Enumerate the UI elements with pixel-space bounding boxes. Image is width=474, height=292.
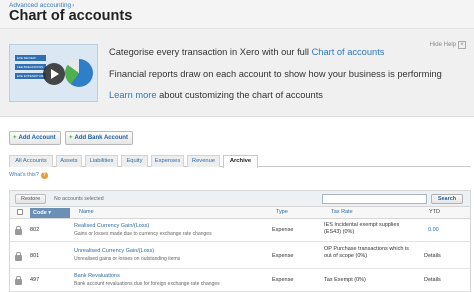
learn-more-link[interactable]: Learn more — [109, 90, 157, 100]
help-banner: EXE REVIEW FEE BREAKDOWN EXE EXPENDITURE… — [0, 29, 474, 117]
help-icon: ? — [40, 172, 48, 179]
banner-line-1-text: Categorise every transaction in Xero wit… — [109, 47, 312, 57]
account-code: 801 — [30, 253, 40, 259]
account-ytd-details[interactable]: Details — [424, 253, 441, 259]
table-row[interactable]: 497 Bank Revaluations Bank account reval… — [10, 270, 470, 292]
account-tax-rate: IES Incidental exempt supplies (ES43) (0… — [324, 222, 400, 235]
add-account-button[interactable]: + Add Account — [9, 131, 61, 145]
help-video-thumbnail[interactable]: EXE REVIEW FEE BREAKDOWN EXE EXPENDITURE — [9, 44, 98, 102]
lock-icon — [15, 226, 22, 235]
video-bar-3: EXE EXPENDITURE — [15, 73, 46, 79]
account-name-link[interactable]: Realised Currency Gain/(Loss) — [74, 223, 149, 229]
tab-assets[interactable]: Assets — [56, 155, 82, 167]
account-ytd-details[interactable]: Details — [424, 277, 441, 283]
tab-expenses[interactable]: Expenses — [151, 155, 184, 167]
account-type: Expense — [272, 277, 294, 283]
play-icon[interactable] — [43, 63, 65, 85]
tab-all-accounts[interactable]: All Accounts — [9, 155, 53, 167]
account-description: Gains or losses made due to currency exc… — [74, 231, 212, 237]
add-bank-account-button[interactable]: + Add Bank Account — [65, 131, 133, 145]
restore-button[interactable]: Restore — [15, 194, 47, 204]
tab-revenue[interactable]: Revenue — [187, 155, 220, 167]
pie-chart-icon — [65, 59, 93, 87]
video-bar-2: FEE BREAKDOWN — [15, 64, 46, 70]
banner-line-2: Financial reports draw on each account t… — [109, 69, 442, 79]
plus-icon: + — [69, 135, 73, 141]
lock-icon — [15, 276, 22, 285]
column-header-name[interactable]: Name — [79, 209, 94, 215]
account-description: Unrealised gains or losses on outstandin… — [74, 256, 181, 262]
account-description: Bank account revaluations due for foreig… — [74, 281, 220, 287]
table-row[interactable]: 801 Unrealised Currency Gain/(Loss) Unre… — [10, 243, 470, 269]
select-all-checkbox[interactable] — [17, 209, 23, 215]
chart-of-accounts-link[interactable]: Chart of accounts — [312, 47, 385, 57]
accounts-table: Restore No accounts selected Search Code… — [9, 190, 471, 292]
page-header: Advanced accounting› Chart of accounts — [0, 0, 474, 29]
column-header-code[interactable]: Code ▾ — [30, 208, 70, 218]
lock-icon — [15, 252, 22, 261]
plus-icon: + — [13, 135, 17, 141]
tab-equity[interactable]: Equity — [121, 155, 148, 167]
table-row[interactable]: 802 Realised Currency Gain/(Loss) Gains … — [10, 219, 470, 242]
hide-help-label: Hide Help — [429, 42, 456, 48]
account-type: Expense — [272, 253, 294, 259]
account-tax-rate: OP Purchase transactions which is out of… — [324, 246, 409, 259]
account-code: 497 — [30, 277, 40, 283]
selection-status: No accounts selected — [54, 196, 104, 202]
account-tabs: All Accounts Assets Liabilities Equity E… — [9, 154, 471, 168]
tab-liabilities[interactable]: Liabilities — [85, 155, 118, 167]
video-bar-1: EXE REVIEW — [15, 55, 46, 61]
column-header-tax-rate[interactable]: Tax Rate — [331, 209, 353, 215]
account-name-link[interactable]: Unrealised Currency Gain/(Loss) — [74, 248, 154, 254]
page-title: Chart of accounts — [9, 8, 133, 24]
whats-this-link[interactable]: What's this?? — [9, 172, 48, 179]
account-ytd-link[interactable]: 0.00 — [428, 227, 439, 233]
account-code: 802 — [30, 227, 40, 233]
account-name-link[interactable]: Bank Revaluations — [74, 273, 120, 279]
column-header-type[interactable]: Type — [276, 209, 288, 215]
add-bank-account-label: Add Bank Account — [74, 135, 128, 141]
whats-this-label: What's this? — [9, 172, 39, 178]
banner-line-3: Learn more about customizing the chart o… — [109, 90, 323, 100]
add-account-label: Add Account — [18, 135, 56, 141]
banner-line-3-text: about customizing the chart of accounts — [156, 90, 323, 100]
banner-line-1: Categorise every transaction in Xero wit… — [109, 47, 384, 57]
account-tax-rate: Tax Exempt (0%) — [324, 277, 366, 283]
table-header: Code ▾ Name Type Tax Rate YTD — [10, 207, 470, 219]
search-button[interactable]: Search — [431, 194, 463, 204]
hide-help-button[interactable]: Hide Help × — [430, 41, 466, 49]
search-input[interactable] — [322, 194, 427, 204]
column-header-ytd: YTD — [429, 209, 440, 215]
account-type: Expense — [272, 227, 294, 233]
table-toolbar: Restore No accounts selected Search — [10, 191, 470, 207]
tab-archive[interactable]: Archive — [223, 155, 258, 168]
close-icon: × — [458, 41, 466, 49]
